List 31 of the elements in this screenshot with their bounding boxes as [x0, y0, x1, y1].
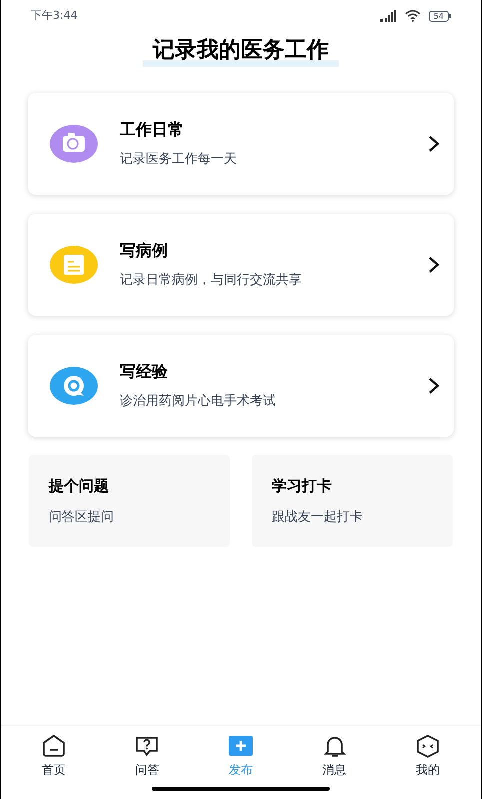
bell-icon: [322, 734, 348, 758]
card-title: 写经验: [120, 361, 169, 384]
card-subtitle: 诊治用药阅片心电手术考试: [120, 393, 277, 412]
shortcut-card[interactable]: 学习打卡 跟战友一起打卡: [252, 455, 453, 547]
chevron-right-icon: [428, 256, 440, 274]
battery-icon: 54: [428, 10, 451, 22]
add-icon: [228, 734, 254, 758]
question-icon: [134, 734, 160, 758]
entry-card[interactable]: 写经验 诊治用药阅片心电手术考试: [28, 335, 454, 437]
tab[interactable]: 我的: [398, 734, 458, 779]
card-title: 提个问题: [49, 476, 110, 497]
wifi-icon: [404, 10, 421, 22]
tab[interactable]: 首页: [24, 734, 84, 779]
shortcut-card[interactable]: 提个问题 问答区提问: [29, 455, 230, 547]
signal-icon: [378, 10, 397, 22]
card-title: 学习打卡: [272, 476, 333, 497]
card-subtitle: 问答区提问: [49, 508, 115, 526]
entry-card[interactable]: 工作日常 记录医务工作每一天: [28, 93, 454, 195]
card-subtitle: 记录医务工作每一天: [120, 151, 238, 170]
entry-card[interactable]: 写病例 记录日常病例，与同行交流共享: [28, 214, 454, 316]
home-icon: [40, 734, 67, 758]
chevron-right-icon: [428, 377, 440, 395]
tab[interactable]: 问答: [117, 734, 178, 779]
card-subtitle: 跟战友一起打卡: [272, 508, 364, 526]
card-title: 写病例: [120, 240, 169, 262]
card-subtitle: 记录日常病例，与同行交流共享: [120, 272, 303, 290]
tab[interactable]: 消息: [304, 734, 365, 779]
face-icon: [415, 734, 442, 758]
card-title: 工作日常: [120, 119, 185, 142]
chevron-right-icon: [428, 135, 440, 153]
status-time: 下午3:44: [31, 8, 78, 24]
